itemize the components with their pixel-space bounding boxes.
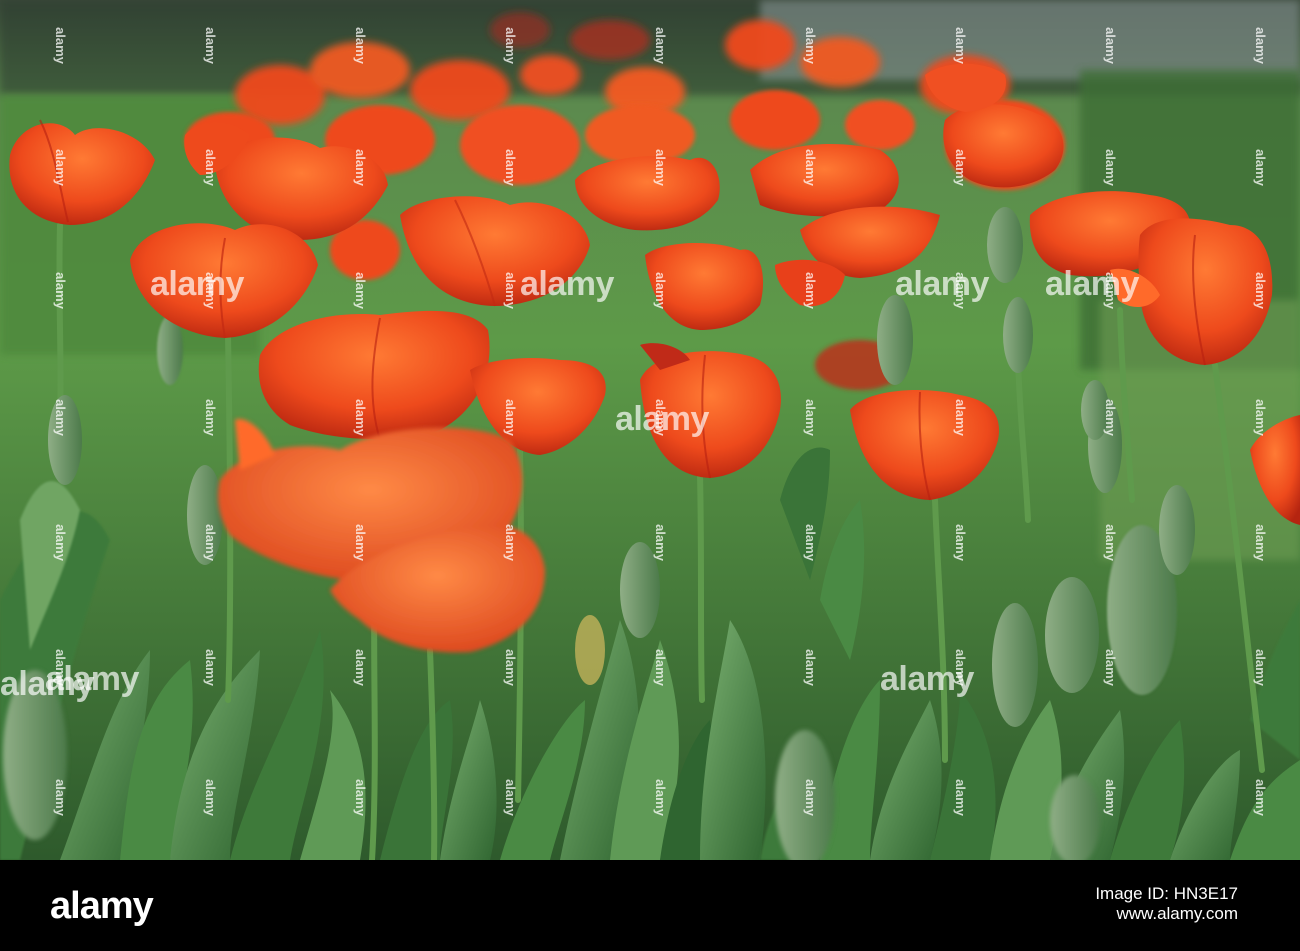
site-url: www.alamy.com	[1116, 904, 1238, 923]
image-id-block: Image ID: HN3E17 www.alamy.com	[1095, 884, 1238, 924]
image-id-label: Image ID: HN3E17	[1095, 884, 1238, 903]
tulip-field-photo	[0, 0, 1300, 860]
alamy-logo: alamy	[50, 885, 154, 927]
photo-frame: alamy alamy alamy alamy alamy alamy alamy alamy…	[0, 0, 1300, 951]
